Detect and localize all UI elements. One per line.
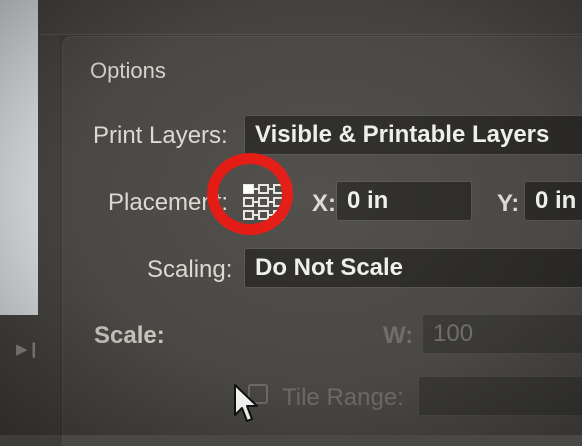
reference-point-grid-icon[interactable] <box>242 182 286 222</box>
print-layers-label: Print Layers: <box>93 122 228 149</box>
scaling-dropdown[interactable]: Do Not Scale <box>244 248 582 288</box>
tile-range-field[interactable] <box>418 376 582 416</box>
placement-x-label: X: <box>312 190 336 217</box>
left-panel-strip: ▶❙ <box>0 0 60 435</box>
placement-x-field[interactable]: 0 in <box>336 181 472 221</box>
scale-w-label: W: <box>383 322 414 349</box>
placement-label: Placement: <box>108 189 229 216</box>
scaling-label: Scaling: <box>147 256 233 283</box>
print-layers-dropdown[interactable]: Visible & Printable Layers <box>244 115 582 155</box>
scale-w-field[interactable]: 100 <box>422 314 582 354</box>
top-bar <box>40 0 582 35</box>
options-section-title: Options <box>90 58 166 83</box>
scale-label: Scale: <box>94 322 165 349</box>
placement-y-label: Y: <box>497 190 520 217</box>
play-icon[interactable]: ▶❙ <box>16 340 40 358</box>
preview-panel <box>0 0 38 315</box>
placement-y-field[interactable]: 0 in <box>524 181 582 221</box>
mouse-pointer-icon <box>234 384 258 422</box>
tile-range-label: Tile Range: <box>282 384 404 411</box>
